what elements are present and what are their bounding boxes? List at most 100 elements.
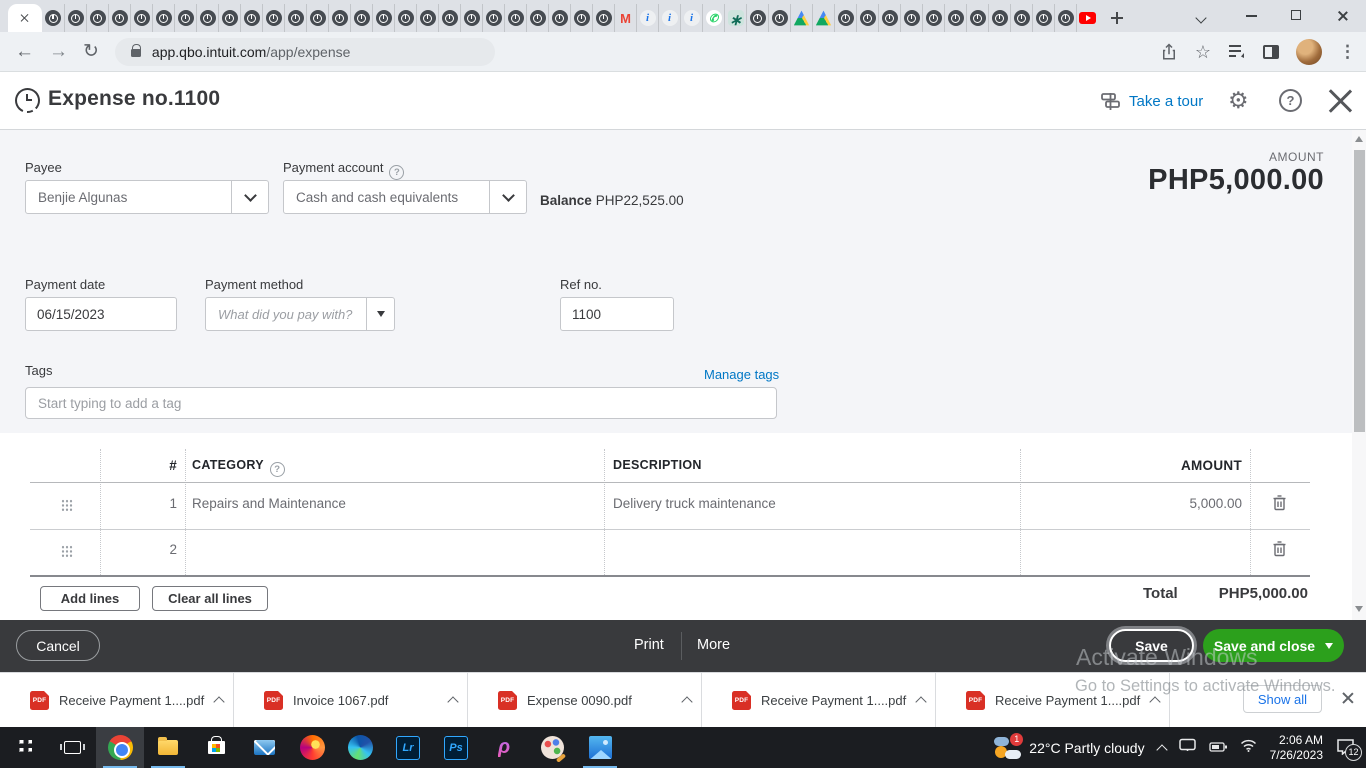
- trash-icon[interactable]: [1272, 494, 1287, 516]
- drag-handle-icon[interactable]: [61, 499, 73, 512]
- taskbar-photos-icon[interactable]: [576, 727, 624, 768]
- weather-widget[interactable]: 1 22°C Partly cloudy: [994, 732, 1145, 759]
- scroll-up-arrow[interactable]: [1355, 136, 1363, 142]
- info-tab[interactable]: [680, 4, 702, 32]
- taskbar-clock[interactable]: 2:06 AM 7/26/2023: [1270, 733, 1323, 763]
- qb-tab[interactable]: [284, 4, 306, 32]
- manage-tags-link[interactable]: Manage tags: [704, 367, 779, 382]
- qb-tab[interactable]: [86, 4, 108, 32]
- lock-icon[interactable]: [130, 44, 142, 57]
- taskbar-start-icon[interactable]: [0, 727, 48, 768]
- taskbar-explorer-icon[interactable]: [144, 727, 192, 768]
- back-icon[interactable]: ←: [15, 42, 34, 61]
- qb-tab[interactable]: [350, 4, 372, 32]
- payment-account-chevron-button[interactable]: [489, 181, 526, 213]
- forward-icon[interactable]: →: [49, 42, 68, 61]
- info-tab[interactable]: [658, 4, 680, 32]
- action-center-icon[interactable]: 12: [1336, 738, 1362, 761]
- chatgpt-tab[interactable]: [724, 4, 746, 32]
- ref-no-input[interactable]: [560, 297, 674, 331]
- download-item[interactable]: Expense 0090.pdf: [468, 673, 702, 727]
- qb-tab[interactable]: [64, 4, 86, 32]
- tray-chevron-up-icon[interactable]: [1155, 743, 1168, 756]
- tab-search-chevron[interactable]: [1195, 9, 1207, 24]
- tab-close-icon[interactable]: [20, 13, 30, 23]
- info-tab[interactable]: [636, 4, 658, 32]
- qb-tab[interactable]: [1054, 4, 1076, 32]
- take-a-tour-button[interactable]: Take a tour: [1100, 91, 1203, 112]
- payment-method-select[interactable]: What did you pay with?: [205, 297, 395, 331]
- bookmark-star-icon[interactable]: [1195, 42, 1211, 63]
- profile-avatar[interactable]: [1296, 39, 1322, 65]
- reading-list-icon[interactable]: [1228, 44, 1246, 60]
- taskbar-lightroom-icon[interactable]: Lr: [384, 727, 432, 768]
- qb-tab[interactable]: [1032, 4, 1054, 32]
- qb-tab[interactable]: [416, 4, 438, 32]
- qb-tab[interactable]: [152, 4, 174, 32]
- scroll-down-arrow[interactable]: [1355, 606, 1363, 612]
- qb-tab[interactable]: [570, 4, 592, 32]
- row-amount[interactable]: 5,000.00: [1020, 496, 1242, 511]
- qb-tab[interactable]: [988, 4, 1010, 32]
- download-item[interactable]: Receive Payment 1....pdf: [702, 673, 936, 727]
- payee-select[interactable]: Benjie Algunas: [25, 180, 269, 214]
- battery-icon[interactable]: [1208, 739, 1227, 757]
- download-item[interactable]: Receive Payment 1....pdf: [936, 673, 1170, 727]
- download-item[interactable]: Invoice 1067.pdf: [234, 673, 468, 727]
- payment-account-select[interactable]: Cash and cash equivalents: [283, 180, 527, 214]
- your-phone-icon[interactable]: [1178, 738, 1196, 757]
- qb-tab[interactable]: [1010, 4, 1032, 32]
- qb-tab[interactable]: [240, 4, 262, 32]
- qb-tab[interactable]: [262, 4, 284, 32]
- drive-tab[interactable]: [790, 4, 812, 32]
- qb-tab[interactable]: [482, 4, 504, 32]
- qb-tab[interactable]: [504, 4, 526, 32]
- qb-tab[interactable]: [746, 4, 768, 32]
- drive-tab[interactable]: [812, 4, 834, 32]
- taskbar-firefox-icon[interactable]: [288, 727, 336, 768]
- window-minimize-button[interactable]: [1246, 15, 1257, 17]
- taskbar-picsart-icon[interactable]: ρ: [480, 727, 528, 768]
- history-clock-icon[interactable]: [15, 88, 40, 113]
- page-scrollbar[interactable]: [1352, 130, 1366, 620]
- active-tab[interactable]: [8, 4, 42, 32]
- qb-tab[interactable]: [834, 4, 856, 32]
- payment-date-input[interactable]: [25, 297, 177, 331]
- row-description[interactable]: Delivery truck maintenance: [613, 496, 776, 511]
- taskbar-taskview-icon[interactable]: [48, 727, 96, 768]
- download-item[interactable]: Receive Payment 1....pdf: [0, 673, 234, 727]
- payment-method-caret-button[interactable]: [366, 298, 394, 330]
- taskbar-paint-icon[interactable]: [528, 727, 576, 768]
- gmail-tab[interactable]: [614, 4, 636, 32]
- taskbar-mail-icon[interactable]: [240, 727, 288, 768]
- qb-tab[interactable]: [900, 4, 922, 32]
- wifi-icon[interactable]: [1240, 739, 1257, 757]
- save-and-close-button[interactable]: Save and close: [1203, 629, 1344, 662]
- qb-tab[interactable]: [130, 4, 152, 32]
- qb-tab[interactable]: [196, 4, 218, 32]
- taskbar-edge-icon[interactable]: [336, 727, 384, 768]
- help-circle-icon[interactable]: ?: [269, 462, 285, 477]
- clear-all-lines-button[interactable]: Clear all lines: [152, 586, 268, 611]
- gear-icon[interactable]: [1228, 87, 1249, 114]
- scrollbar-thumb[interactable]: [1353, 150, 1365, 432]
- help-icon[interactable]: ?: [1279, 89, 1302, 112]
- taskbar-store-icon[interactable]: [192, 727, 240, 768]
- address-bar[interactable]: app.qbo.intuit.com/app/expense: [114, 37, 495, 66]
- window-maximize-button[interactable]: [1291, 10, 1301, 20]
- qb-tab[interactable]: [856, 4, 878, 32]
- close-expense-icon[interactable]: [1328, 86, 1352, 110]
- qb-tab[interactable]: [878, 4, 900, 32]
- qb-tab[interactable]: [174, 4, 196, 32]
- refresh-icon[interactable]: ↻: [83, 42, 99, 61]
- qb-tab[interactable]: [394, 4, 416, 32]
- row-category[interactable]: Repairs and Maintenance: [192, 496, 346, 511]
- whatsapp-tab[interactable]: [702, 4, 724, 32]
- help-circle-icon[interactable]: ?: [389, 165, 405, 180]
- trash-icon[interactable]: [1272, 540, 1287, 562]
- add-lines-button[interactable]: Add lines: [40, 586, 140, 611]
- chevron-up-icon[interactable]: [915, 695, 927, 708]
- window-close-button[interactable]: [1337, 10, 1349, 22]
- qb-tab[interactable]: [526, 4, 548, 32]
- qb-tab[interactable]: [944, 4, 966, 32]
